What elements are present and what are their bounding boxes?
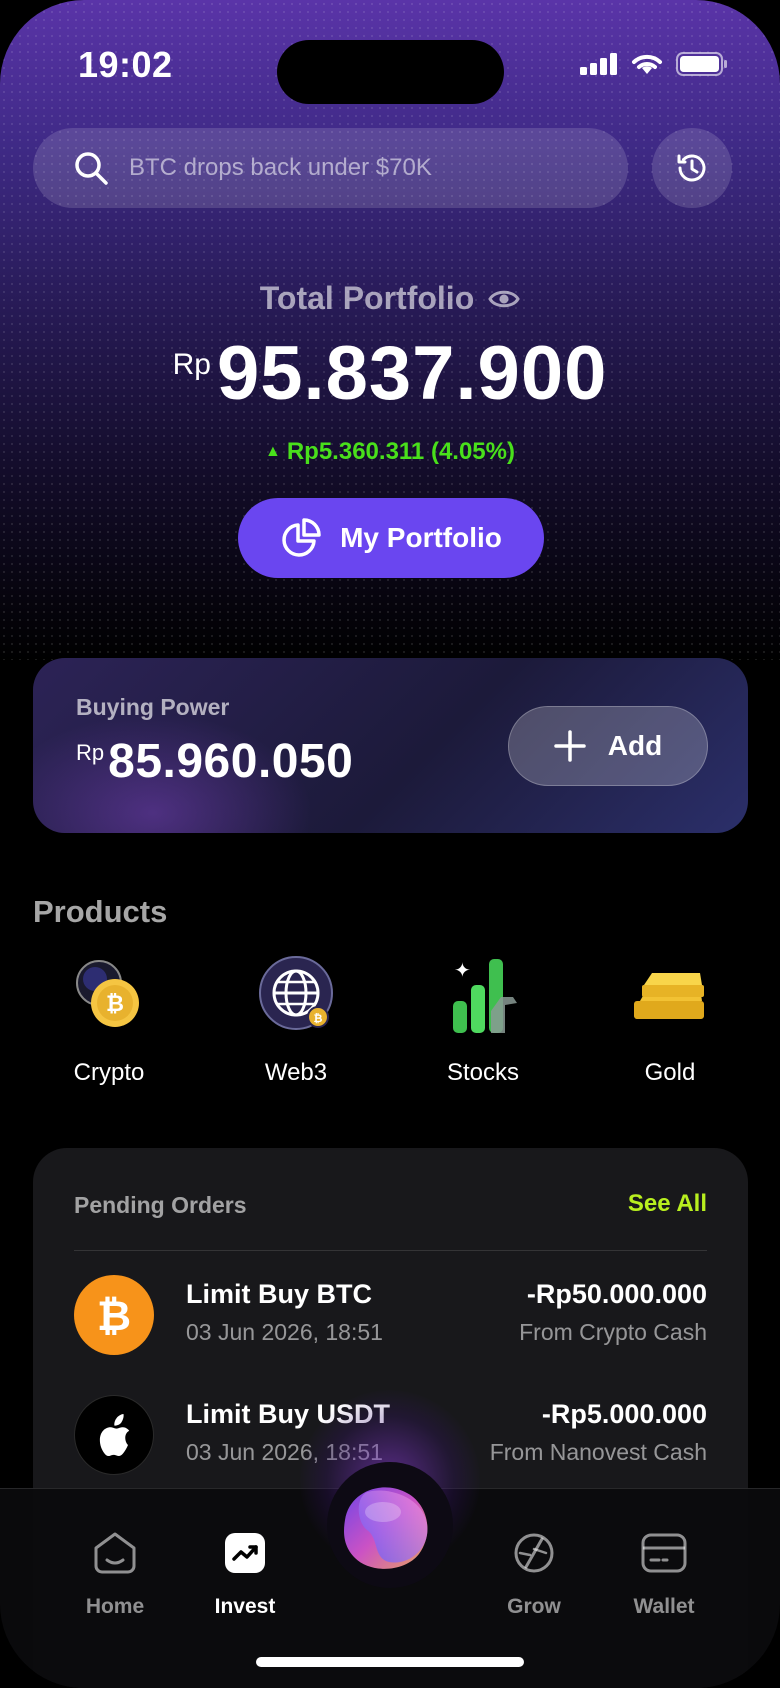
- search-placeholder: BTC drops back under $70K: [129, 154, 432, 181]
- ai-orb-button[interactable]: [327, 1462, 453, 1588]
- buying-power-value: Rp85.960.050: [76, 734, 353, 789]
- orb-icon: [344, 1487, 428, 1569]
- currency-symbol: Rp: [172, 348, 211, 381]
- products-title: Products: [33, 894, 168, 929]
- search-bar[interactable]: BTC drops back under $70K: [33, 128, 628, 208]
- crypto-icon: ₿: [69, 955, 149, 1035]
- nav-wallet[interactable]: Wallet: [609, 1529, 719, 1619]
- battery-icon: [676, 52, 727, 76]
- order-amount: -Rp50.000.000: [526, 1279, 707, 1309]
- order-name: Limit Buy BTC: [186, 1279, 372, 1309]
- nav-label: Invest: [214, 1595, 276, 1618]
- wallet-icon: [640, 1529, 688, 1577]
- total-portfolio-value: Rp95.837.900: [0, 330, 780, 417]
- svg-text:✦: ✦: [454, 958, 471, 982]
- divider: [74, 1250, 707, 1251]
- history-icon: [677, 154, 706, 182]
- app-screen: 19:02 BTC drops back under $70K Total Po…: [0, 0, 780, 1688]
- nav-invest[interactable]: Invest: [190, 1529, 300, 1619]
- pie-chart-icon: [282, 518, 321, 557]
- nav-home[interactable]: Home: [60, 1529, 170, 1619]
- wifi-icon: [632, 54, 662, 74]
- add-funds-button[interactable]: Add: [508, 706, 708, 786]
- svg-text:₿: ₿: [314, 1012, 323, 1025]
- portfolio-amount: 95.837.900: [216, 331, 608, 416]
- see-all-link[interactable]: See All: [628, 1190, 707, 1218]
- plus-icon: [554, 730, 586, 762]
- nav-grow[interactable]: Grow: [479, 1529, 589, 1619]
- up-arrow-icon: ▲: [265, 443, 281, 460]
- product-label: Web3: [264, 1059, 328, 1086]
- dynamic-island: [277, 40, 504, 104]
- status-icons: [580, 52, 728, 76]
- order-row[interactable]: ₿ Limit Buy BTC 03 Jun 2026, 18:51 -Rp50…: [74, 1275, 707, 1357]
- nav-label: Wallet: [633, 1595, 695, 1618]
- add-label: Add: [607, 730, 663, 761]
- home-icon: [91, 1529, 139, 1577]
- portfolio-change: ▲ Rp5.360.311 (4.05%): [0, 438, 780, 466]
- product-label: Stocks: [446, 1059, 520, 1086]
- web3-icon: ₿: [256, 955, 336, 1035]
- order-amount: -Rp5.000.000: [541, 1399, 707, 1429]
- eye-icon[interactable]: [488, 287, 520, 311]
- buying-power-label: Buying Power: [76, 694, 230, 720]
- product-web3[interactable]: ₿ Web3: [216, 955, 376, 1087]
- history-button[interactable]: [652, 128, 732, 208]
- product-label: Gold: [644, 1059, 696, 1086]
- nav-label: Home: [85, 1595, 145, 1618]
- svg-text:₿: ₿: [106, 992, 124, 1017]
- stocks-icon: ✦: [443, 955, 523, 1035]
- order-date: 03 Jun 2026, 18:51: [186, 1319, 383, 1345]
- nav-label: Grow: [507, 1595, 561, 1618]
- product-gold[interactable]: Gold: [590, 955, 750, 1087]
- buying-power-amount: 85.960.050: [108, 735, 354, 788]
- product-stocks[interactable]: ✦ Stocks: [403, 955, 563, 1087]
- bitcoin-icon: ₿: [74, 1275, 154, 1355]
- currency-symbol: Rp: [76, 740, 105, 765]
- status-bar: 19:02: [0, 0, 780, 120]
- leaf-icon: [510, 1529, 558, 1577]
- product-label: Crypto: [73, 1059, 145, 1086]
- home-indicator: [256, 1657, 524, 1667]
- my-portfolio-button[interactable]: My Portfolio: [238, 498, 544, 578]
- apple-icon: [74, 1395, 154, 1475]
- order-source: From Crypto Cash: [519, 1319, 707, 1345]
- total-portfolio-label: Total Portfolio: [259, 280, 475, 316]
- status-time: 19:02: [78, 44, 173, 85]
- product-crypto[interactable]: ₿ Crypto: [29, 955, 189, 1087]
- gold-icon: [630, 955, 710, 1035]
- order-source: From Nanovest Cash: [489, 1439, 707, 1465]
- invest-icon: [221, 1529, 269, 1577]
- buying-power-card: Buying Power Rp85.960.050 Add: [33, 658, 748, 833]
- signal-icon: [580, 53, 617, 75]
- portfolio-change-value: Rp5.360.311 (4.05%): [286, 438, 515, 465]
- search-icon: [75, 152, 108, 185]
- pending-orders-title: Pending Orders: [74, 1192, 247, 1218]
- my-portfolio-label: My Portfolio: [340, 522, 502, 553]
- total-portfolio-header: Total Portfolio: [0, 280, 780, 317]
